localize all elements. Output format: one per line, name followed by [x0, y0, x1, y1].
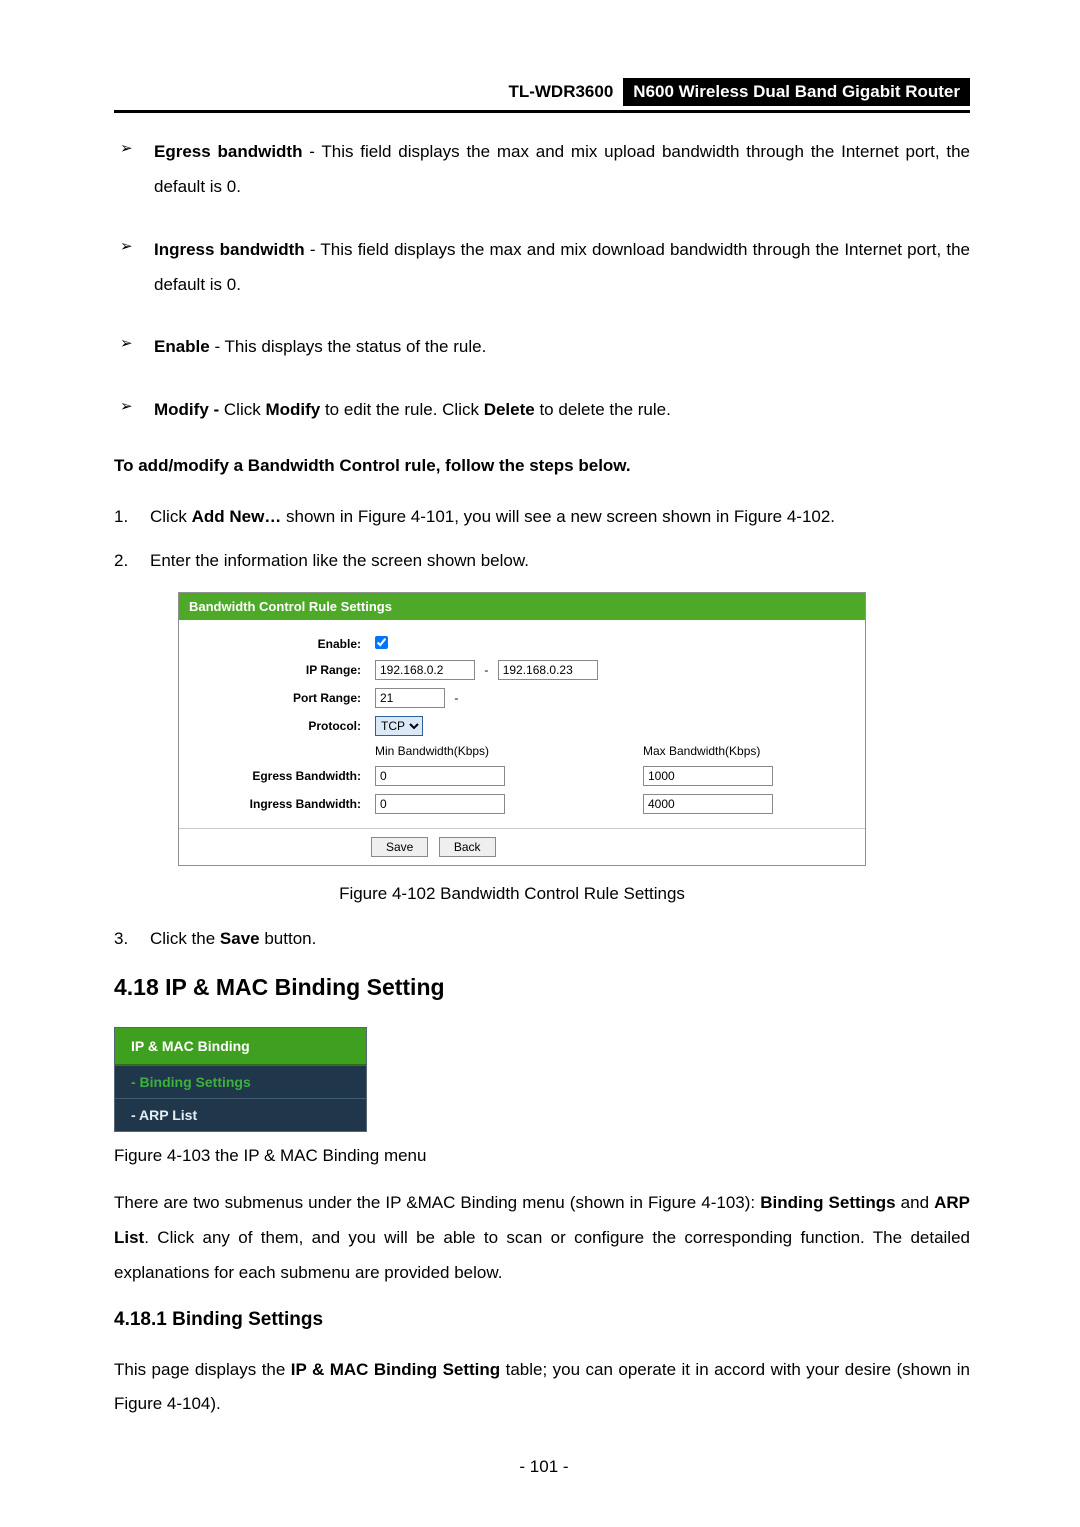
figure-4-102: Bandwidth Control Rule Settings Enable: …	[178, 592, 970, 866]
paragraph-binding-settings: This page displays the IP & MAC Binding …	[114, 1353, 970, 1423]
port-start-input[interactable]	[375, 688, 445, 708]
figure-4-102-caption: Figure 4-102 Bandwidth Control Rule Sett…	[54, 884, 970, 904]
max-bw-header: Max Bandwidth(Kbps)	[637, 740, 865, 762]
protocol-label: Protocol:	[179, 712, 369, 740]
section-4-18-heading: 4.18 IP & MAC Binding Setting	[114, 974, 970, 1001]
bullet-enable: ➢ Enable - This displays the status of t…	[120, 330, 970, 365]
bullet-modify: ➢ Modify - Click Modify to edit the rule…	[120, 393, 970, 428]
panel-title: Bandwidth Control Rule Settings	[179, 593, 865, 620]
bullet-arrow-icon: ➢	[120, 330, 154, 365]
back-button[interactable]: Back	[439, 837, 496, 857]
min-bw-header: Min Bandwidth(Kbps)	[369, 740, 597, 762]
instruction-heading: To add/modify a Bandwidth Control rule, …	[114, 456, 970, 476]
header-title: N600 Wireless Dual Band Gigabit Router	[623, 78, 970, 106]
ip-start-input[interactable]	[375, 660, 475, 680]
header-model: TL-WDR3600	[508, 82, 613, 102]
ingress-label: Ingress Bandwidth:	[179, 790, 369, 818]
ip-mac-menu: IP & MAC Binding - Binding Settings - AR…	[114, 1027, 367, 1132]
menu-arp-list[interactable]: - ARP List	[115, 1098, 366, 1131]
step-1: 1. Click Add New… shown in Figure 4-101,…	[114, 500, 970, 534]
bullet-ingress: ➢ Ingress bandwidth - This field display…	[120, 233, 970, 303]
ip-end-input[interactable]	[498, 660, 598, 680]
egress-min-input[interactable]	[375, 766, 505, 786]
menu-head[interactable]: IP & MAC Binding	[115, 1028, 366, 1065]
section-4-18-1-heading: 4.18.1 Binding Settings	[114, 1309, 970, 1331]
page-number: - 101 -	[114, 1457, 974, 1477]
ingress-max-input[interactable]	[643, 794, 773, 814]
ingress-min-input[interactable]	[375, 794, 505, 814]
portrange-label: Port Range:	[179, 684, 369, 712]
protocol-select[interactable]: TCP	[375, 716, 423, 736]
header-bar: TL-WDR3600 N600 Wireless Dual Band Gigab…	[114, 78, 970, 113]
egress-label: Egress Bandwidth:	[179, 762, 369, 790]
iprange-label: IP Range:	[179, 656, 369, 684]
paragraph-submenus: There are two submenus under the IP &MAC…	[114, 1186, 970, 1291]
egress-max-input[interactable]	[643, 766, 773, 786]
enable-label: Enable:	[179, 632, 369, 656]
figure-4-103-caption: Figure 4-103 the IP & MAC Binding menu	[114, 1146, 970, 1166]
step-3: 3. Click the Save button.	[114, 922, 970, 956]
step-2: 2. Enter the information like the screen…	[114, 544, 970, 578]
bullet-arrow-icon: ➢	[120, 135, 154, 205]
menu-binding-settings[interactable]: - Binding Settings	[115, 1065, 366, 1098]
bullet-arrow-icon: ➢	[120, 233, 154, 303]
bandwidth-control-panel: Bandwidth Control Rule Settings Enable: …	[178, 592, 866, 866]
bullet-arrow-icon: ➢	[120, 393, 154, 428]
bullet-egress: ➢ Egress bandwidth - This field displays…	[120, 135, 970, 205]
save-button[interactable]: Save	[371, 837, 428, 857]
enable-checkbox[interactable]	[375, 636, 388, 649]
